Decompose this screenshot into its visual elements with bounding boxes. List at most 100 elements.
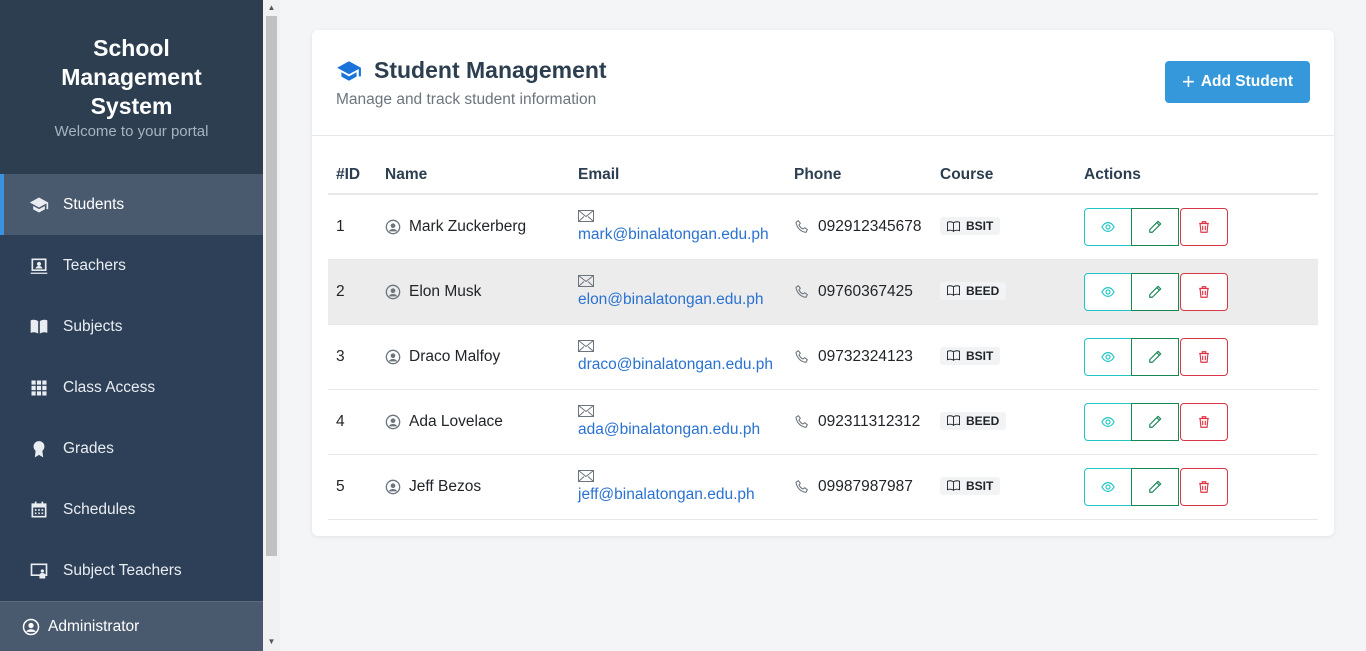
edit-button[interactable] [1131,337,1179,376]
student-phone-cell: 09732324123 [786,324,932,390]
student-management-card: Student Management Manage and track stud… [312,30,1334,536]
student-id: 5 [328,454,377,520]
course-badge: BSIT [940,217,1001,235]
brand-title-line2: Management [61,64,202,90]
student-id: 4 [328,389,377,455]
brand: School Management System Welcome to your… [0,0,263,174]
delete-button[interactable] [1180,337,1228,376]
student-email-link[interactable]: draco@binalatongan.edu.ph [578,356,773,373]
edit-button[interactable] [1131,207,1179,246]
student-id-value: 1 [336,217,345,235]
sidebar-item-label: Grades [63,439,114,457]
column-header-phone[interactable]: Phone [786,156,932,195]
delete-button[interactable] [1180,467,1228,506]
student-email-link[interactable]: ada@binalatongan.edu.ph [578,421,760,438]
calendar-icon [29,500,49,520]
brand-title-line3: System [90,93,173,119]
student-actions-cell [1076,194,1318,260]
brand-title-line1: School [93,35,170,61]
student-email-link[interactable]: elon@binalatongan.edu.ph [578,291,764,308]
delete-button[interactable] [1180,272,1228,311]
book-open-icon [947,220,960,232]
view-button[interactable] [1084,337,1132,376]
edit-button[interactable] [1131,402,1179,441]
sidebar-item-class-access[interactable]: Class Access [0,357,263,418]
student-phone-cell: 092311312312 [786,389,932,455]
graduation-cap-icon [337,60,361,81]
sidebar-item-schedules[interactable]: Schedules [0,479,263,540]
course-badge: BEED [940,281,1007,300]
sidebar-item-teachers[interactable]: Teachers [0,235,263,296]
column-header-email[interactable]: Email [570,156,786,195]
envelope-icon [578,404,594,417]
award-icon [29,439,49,459]
user-name: Administrator [48,617,140,635]
student-name-cell: Draco Malfoy [377,324,570,390]
course-badge: BSIT [940,476,1001,495]
scroll-up-arrow-icon[interactable]: ▲ [267,3,276,12]
student-actions-cell [1076,259,1318,325]
view-button[interactable] [1084,402,1132,441]
scroll-thumb[interactable] [266,16,277,556]
sidebar-item-label: Subject Teachers [63,561,182,579]
view-button[interactable] [1084,272,1132,311]
student-name-cell: Jeff Bezos [377,454,570,520]
view-button[interactable] [1084,207,1132,246]
student-phone-cell: 09760367425 [786,259,932,325]
envelope-icon [578,274,594,287]
sidebar-item-label: Schedules [63,500,136,518]
student-email-cell: elon@binalatongan.edu.ph [570,259,786,325]
delete-button[interactable] [1180,402,1228,441]
add-student-button[interactable]: + Add Student [1165,61,1310,103]
student-id-value: 5 [336,477,345,495]
student-email-cell: mark@binalatongan.edu.ph [570,194,786,260]
sidebar-item-students[interactable]: Students [0,174,263,235]
student-course-cell: BEED [932,259,1076,325]
eye-icon [1101,286,1115,297]
envelope-icon [578,339,594,352]
sidebar-item-subject-teachers[interactable]: Subject Teachers [0,540,263,601]
sidebar-item-grades[interactable]: Grades [0,418,263,479]
sidebar-nav: Students Teachers Subjects Class Access … [0,174,263,601]
sidebar-item-label: Subjects [63,317,123,335]
phone-icon [795,284,808,298]
scroll-down-arrow-icon[interactable]: ▼ [267,637,276,646]
sidebar-item-subjects[interactable]: Subjects [0,296,263,357]
student-course-cell: BSIT [932,324,1076,390]
page-title: Student Management [374,57,607,83]
student-email-cell: ada@binalatongan.edu.ph [570,389,786,455]
book-open-icon [947,415,960,427]
student-course-cell: BEED [932,389,1076,455]
edit-button[interactable] [1131,467,1179,506]
student-email-link[interactable]: jeff@binalatongan.edu.ph [578,486,755,503]
eye-icon [1101,481,1115,492]
brand-subtitle: Welcome to your portal [54,123,209,140]
trash-icon [1199,350,1209,363]
student-email-cell: jeff@binalatongan.edu.ph [570,454,786,520]
view-button[interactable] [1084,467,1132,506]
phone-icon [795,479,808,493]
sidebar: School Management System Welcome to your… [0,0,263,651]
sidebar-item-label: Students [63,195,125,213]
table-row: 2 Elon Musk elon@binalatongan.edu.ph 097… [328,259,1318,325]
column-header-actions: Actions [1076,156,1318,195]
student-id: 2 [328,259,377,325]
student-name: Mark Zuckerberg [409,217,527,235]
course-label: BEED [966,283,1000,298]
column-header-name[interactable]: Name [377,156,570,195]
edit-button[interactable] [1131,272,1179,311]
student-course-cell: BSIT [932,454,1076,520]
column-header-id[interactable]: #ID [328,156,377,195]
book-open-icon [947,350,960,362]
column-header-course[interactable]: Course [932,156,1076,195]
student-phone-cell: 092912345678 [786,194,932,260]
eye-icon [1101,416,1115,427]
student-email-cell: draco@binalatongan.edu.ph [570,324,786,390]
student-email-link[interactable]: mark@binalatongan.edu.ph [578,226,769,243]
course-label: BSIT [966,348,994,363]
phone-icon [795,414,808,428]
user-menu[interactable]: Administrator [0,601,263,651]
delete-button[interactable] [1180,207,1228,246]
user-circle-icon [385,219,401,235]
sidebar-scrollbar[interactable]: ▲ ▼ [263,0,280,651]
